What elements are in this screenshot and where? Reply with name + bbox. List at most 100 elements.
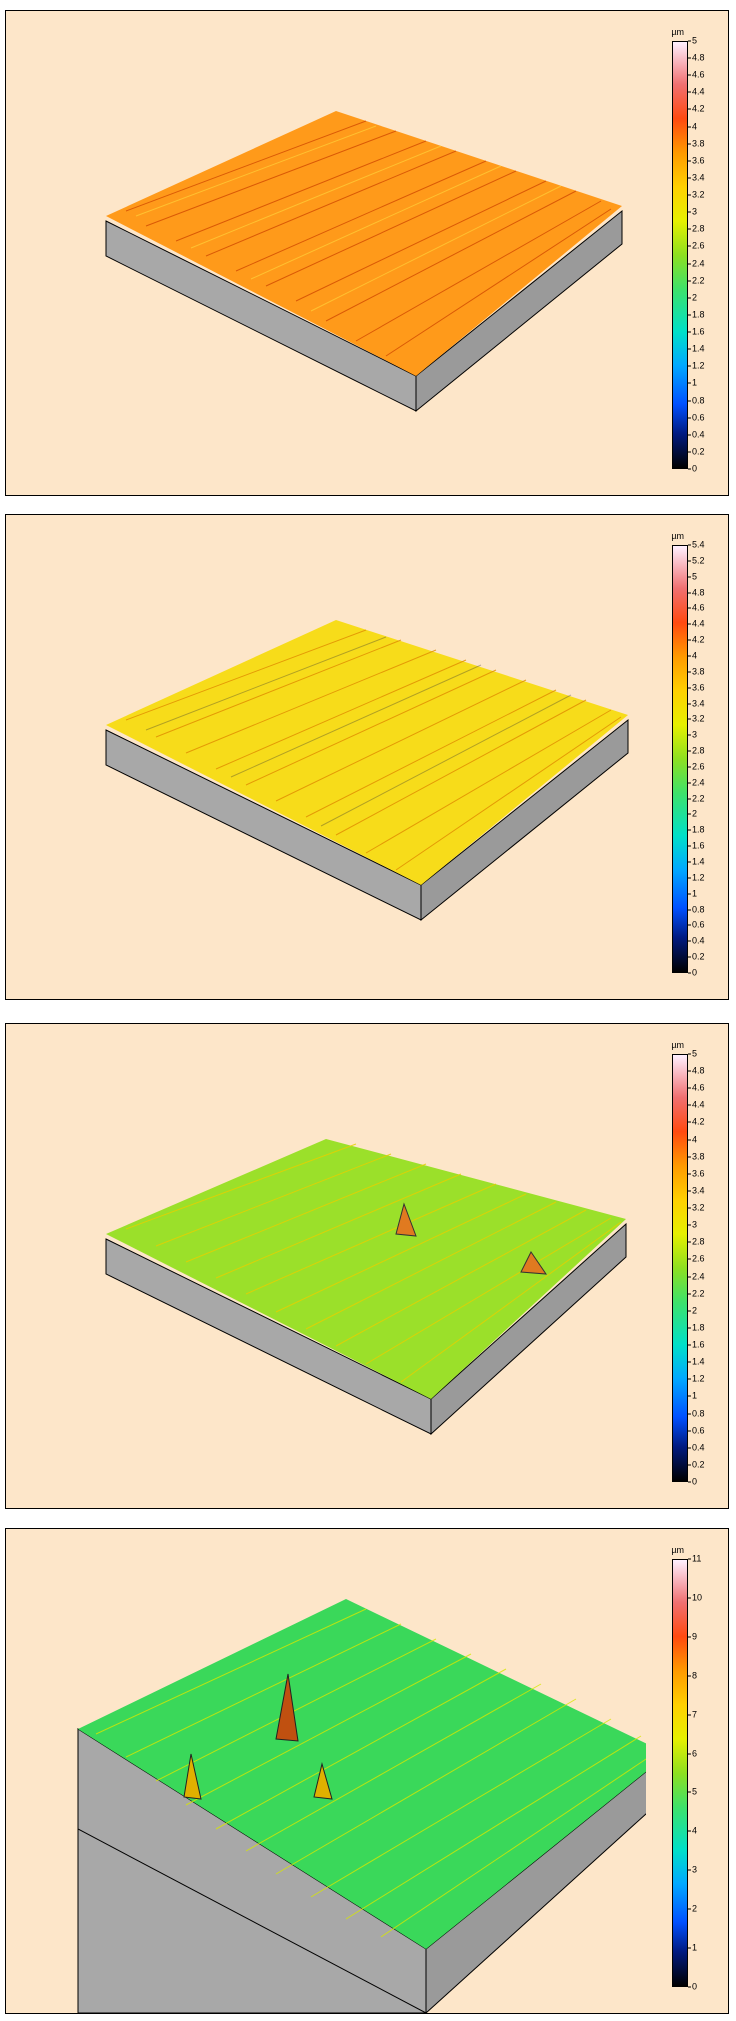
colorbar-tick-label: 0.4: [688, 935, 705, 946]
colorbar-tick-label: 3: [687, 1219, 698, 1230]
height-colorbar: [672, 545, 688, 973]
colorbar-tick-label: 4: [687, 1825, 698, 1836]
colorbar-tick-label: 4: [687, 1134, 698, 1145]
colorbar-tick-label: 0.8: [688, 1408, 705, 1419]
colorbar-tick-label: 2.6: [688, 761, 705, 772]
colorbar-tick-label: 5: [687, 35, 698, 46]
colorbar-tick-label: 1.8: [688, 824, 705, 835]
colorbar-tick-label: 0.2: [688, 951, 705, 962]
colorbar-tick-label: 4.4: [688, 1099, 705, 1110]
colorbar-tick-label: 1.6: [688, 840, 705, 851]
colorbar-tick-label: 1.4: [688, 856, 705, 867]
colorbar-tick-label: 2.2: [688, 1288, 705, 1299]
surface-3d-plot-1: [105, 111, 623, 413]
colorbar-unit: µm: [671, 531, 684, 541]
panel-4: µm 11 10 9 8 7 6 5 4 3 2 1 0: [5, 1528, 729, 2014]
colorbar-tick-label: 4.8: [688, 587, 705, 598]
colorbar-tick-label: 3.2: [688, 189, 705, 200]
colorbar-tick-label: 4.6: [688, 602, 705, 613]
colorbar-tick-label: 1.8: [688, 1322, 705, 1333]
colorbar-tick-label: 1.6: [688, 1339, 705, 1350]
colorbar-tick-label: 11: [687, 1553, 702, 1564]
colorbar-tick-label: 4.8: [688, 1065, 705, 1076]
colorbar-tick-label: 2.4: [688, 1271, 705, 1282]
panel-1: µm 5 4.8 4.6 4.4 4.2 4 3.8 3.6 3.4 3.2 3 2.8 2.6 2.4 2…: [5, 10, 729, 496]
colorbar-tick-label: 1.8: [688, 309, 705, 320]
colorbar-tick-label: 2.2: [688, 275, 705, 286]
surface-3d-plot-4: [77, 1599, 646, 2013]
colorbar-ticks: 5 4.8 4.6 4.4 4.2 4 3.8 3.6 3.4 3.2 3 2.8 2.6 2.4 2.2 2…: [687, 36, 728, 473]
colorbar-unit: µm: [671, 27, 684, 37]
colorbar-unit: µm: [671, 1040, 684, 1050]
colorbar-tick-label: 0: [687, 1476, 698, 1487]
colorbar-tick-label: 0.8: [688, 904, 705, 915]
colorbar-tick-label: 3.8: [688, 138, 705, 149]
colorbar-tick-label: 0: [687, 1981, 698, 1992]
surface-top: [106, 620, 628, 885]
surface-3d-plot-3: [105, 1139, 627, 1436]
colorbar-tick-label: 0.4: [688, 1442, 705, 1453]
colorbar-tick-label: 5: [687, 1786, 698, 1797]
colorbar-tick-label: 5: [687, 571, 698, 582]
colorbar-tick-label: 3.8: [688, 666, 705, 677]
colorbar-tick-label: 1.6: [688, 326, 705, 337]
colorbar-tick-label: 2: [687, 808, 698, 819]
colorbar-tick-label: 4: [687, 121, 698, 132]
colorbar-tick-label: 1: [687, 1942, 698, 1953]
colorbar-ticks: 5 4.8 4.6 4.4 4.2 4 3.8 3.6 3.4 3.2 3 2.8 2.6 2.4 2.2 2…: [687, 1049, 728, 1486]
colorbar-tick-label: 9: [687, 1631, 698, 1642]
colorbar-tick-label: 3.6: [688, 155, 705, 166]
colorbar-tick-label: 1: [687, 1390, 698, 1401]
colorbar-tick-label: 0: [687, 967, 698, 978]
colorbar-tick-label: 4.8: [688, 52, 705, 63]
colorbar-tick-label: 2.8: [688, 745, 705, 756]
colorbar-tick-label: 0.2: [688, 1459, 705, 1470]
colorbar-tick-label: 10: [687, 1592, 703, 1603]
colorbar-tick-label: 2.2: [688, 793, 705, 804]
panel-2: µm 5.4 5.2 5 4.8 4.6 4.4 4.2 4 3.8 3.6 3.4 3.2 3 2.8 2…: [5, 514, 729, 1000]
colorbar-tick-label: 7: [687, 1709, 698, 1720]
colorbar-tick-label: 0.2: [688, 446, 705, 457]
colorbar-tick-label: 3.4: [688, 1185, 705, 1196]
colorbar-tick-label: 2.8: [688, 223, 705, 234]
colorbar-tick-label: 2.8: [688, 1236, 705, 1247]
panel-3: µm 5 4.8 4.6 4.4 4.2 4 3.8 3.6 3.4 3.2 3 2.8 2.6 2.4 2…: [5, 1023, 729, 1509]
colorbar-tick-label: 5.2: [688, 555, 705, 566]
colorbar-tick-label: 4.2: [688, 103, 705, 114]
colorbar-tick-label: 3: [687, 1864, 698, 1875]
colorbar-tick-label: 4.2: [688, 1116, 705, 1127]
colorbar-tick-label: 4: [687, 650, 698, 661]
colorbar-tick-label: 5: [687, 1048, 698, 1059]
colorbar-unit: µm: [671, 1545, 684, 1555]
colorbar-tick-label: 0: [687, 463, 698, 474]
height-colorbar: [672, 41, 688, 469]
colorbar-tick-label: 2: [687, 292, 698, 303]
colorbar-tick-label: 3.4: [688, 172, 705, 183]
colorbar-tick-label: 0.6: [688, 919, 705, 930]
colorbar-tick-label: 3.4: [688, 698, 705, 709]
colorbar-tick-label: 1.2: [688, 1373, 705, 1384]
colorbar-tick-label: 4.6: [688, 69, 705, 80]
colorbar-tick-label: 4.2: [688, 634, 705, 645]
colorbar-tick-label: 2: [687, 1903, 698, 1914]
colorbar-tick-label: 3.6: [688, 1168, 705, 1179]
colorbar-tick-label: 1: [687, 377, 698, 388]
colorbar-tick-label: 2.4: [688, 777, 705, 788]
colorbar-tick-label: 6: [687, 1748, 698, 1759]
colorbar-tick-label: 3.8: [688, 1151, 705, 1162]
colorbar-tick-label: 5.4: [688, 539, 705, 550]
colorbar-tick-label: 1.4: [688, 343, 705, 354]
colorbar-tick-label: 3: [687, 206, 698, 217]
colorbar-tick-label: 2.6: [688, 240, 705, 251]
colorbar-tick-label: 1.4: [688, 1356, 705, 1367]
colorbar-tick-label: 3: [687, 729, 698, 740]
colorbar-ticks: 5.4 5.2 5 4.8 4.6 4.4 4.2 4 3.8 3.6 3.4 3.2 3 2.8 2.6 2…: [687, 540, 728, 977]
colorbar-tick-label: 2.4: [688, 258, 705, 269]
surface-3d-plot-2: [105, 620, 629, 922]
colorbar-tick-label: 3.6: [688, 682, 705, 693]
colorbar-tick-label: 3.2: [688, 1202, 705, 1213]
colorbar-tick-label: 1: [687, 888, 698, 899]
height-colorbar: [672, 1054, 688, 1482]
colorbar-tick-label: 1.2: [688, 360, 705, 371]
colorbar-tick-label: 8: [687, 1670, 698, 1681]
